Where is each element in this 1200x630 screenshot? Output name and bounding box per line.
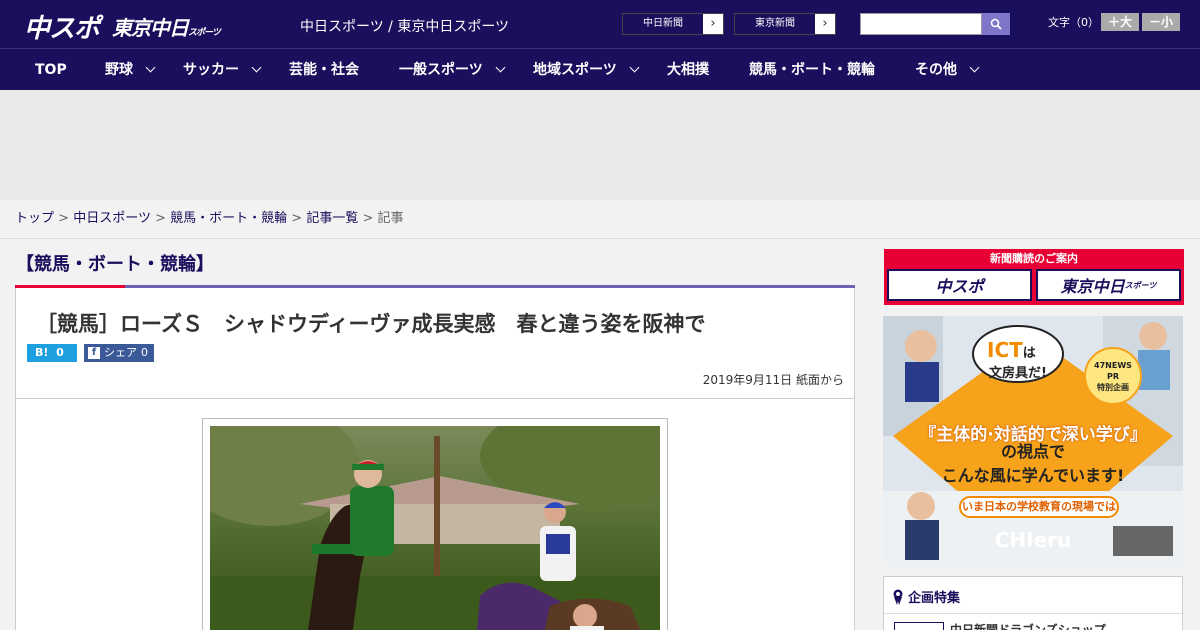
special-features-heading: 企画特集 [884,577,1182,606]
fb-share-count: 0 [141,346,148,359]
main-nav: TOP 野球 サッカー 芸能・社会 一般スポーツ 地域スポーツ 大相撲 競馬・ボ… [0,48,1200,90]
breadcrumb-separator: > [155,211,166,226]
special-features-title: 企画特集 [908,591,961,606]
breadcrumb-separator: > [362,211,374,226]
nav-label: 競馬・ボート・競輪 [749,62,875,78]
nav-item-other[interactable]: その他 [915,49,980,91]
nav-item-baseball[interactable]: 野球 [105,49,156,91]
font-size-label: 文字（0） [1048,16,1099,29]
special-divider [884,613,1182,614]
article-card: ［競馬］ローズＳ シャドウディーヴァ成長実感 春と違う姿を阪神で B! 0 f … [15,288,855,630]
subscribe-logo-text: 中スポ [935,277,984,296]
ad-ict-line2: 文房具だ! [989,366,1047,381]
nav-item-top[interactable]: TOP [35,49,67,91]
chevron-down-icon [969,62,980,73]
ad-badge-line1: 47NEWS [1094,361,1132,370]
top-header: 中スポ 東京中日スポーツ 中日スポーツ / 東京中日スポーツ 中日新聞 › 東京… [0,0,1200,48]
subscribe-logo-text: 東京中日 [1060,277,1125,296]
tokyo-chunichi-logo[interactable]: 東京中日スポーツ [112,12,221,41]
subscribe-logo-small: スポーツ [1124,280,1157,290]
ad-badge: 47NEWS PR 特別企画 [1087,360,1139,393]
ad-slot [0,90,1200,200]
ad-ict-text: ICTは [987,338,1036,362]
font-bigger-button[interactable]: ＋大 [1101,13,1139,31]
article-headline: ［競馬］ローズＳ シャドウディーヴァ成長実感 春と違う姿を阪神で [36,312,706,336]
chunichi-shimbun-link[interactable]: 中日新聞 › [622,13,724,35]
subscription-title: 新聞購読のご案内 [990,252,1078,265]
nav-item-sumo[interactable]: 大相撲 [667,49,709,91]
hatena-bookmark-button[interactable]: B! 0 [27,344,77,362]
subscription-box[interactable]: 新聞購読のご案内 中スポ 東京中日 スポーツ [884,249,1184,305]
special-item-thumbnail[interactable] [894,622,944,630]
ad-sub-text-2: こんな風に学んでいます! [941,466,1125,485]
nav-label: 芸能・社会 [289,62,359,78]
chuspo-logo[interactable]: 中スポ [24,8,100,45]
tokyo-logo-small: スポーツ [188,28,221,38]
search-box [860,13,1010,35]
search-icon [990,18,1002,30]
link-label: 東京新聞 [735,14,815,34]
article-photo[interactable] [180,401,700,630]
chevron-down-icon [495,62,506,73]
article-divider [16,398,854,399]
nav-item-racing[interactable]: 競馬・ボート・競輪 [749,49,875,91]
nav-label: サッカー [183,62,239,78]
breadcrumb-top[interactable]: トップ [15,211,54,226]
special-item-link[interactable]: 中日新聞ドラゴンズショップ [950,621,1106,630]
tokyo-shimbun-link[interactable]: 東京新聞 › [734,13,836,35]
nav-item-soccer[interactable]: サッカー [183,49,262,91]
breadcrumb: トップ > 中日スポーツ > 競馬・ボート・競輪 > 記事一覧 > 記事 [0,200,1200,239]
ribbon-badge-icon [893,589,903,605]
search-input[interactable] [860,13,982,35]
link-label: 中日新聞 [623,14,703,34]
ad-brand: CHIeru [994,528,1072,552]
ad-sub-text-1: の視点で [1000,442,1065,461]
ad-badge-line2: PR [1106,372,1120,381]
nav-item-entertainment[interactable]: 芸能・社会 [289,49,359,91]
chevron-down-icon [629,62,640,73]
ad-ict-word: ICT [987,338,1023,362]
ict-ad-banner[interactable]: ICTは 文房具だ! 47NEWS PR 特別企画 『主体的·対話的で深い学び』… [883,316,1183,566]
nav-label: TOP [35,62,67,78]
special-features-box: 企画特集 中日新聞ドラゴンズショップ [883,576,1183,630]
category-heading: 【競馬・ボート・競輪】 [16,254,214,275]
nav-item-general-sports[interactable]: 一般スポーツ [399,49,506,91]
breadcrumb-separator: > [58,211,70,226]
nav-label: 地域スポーツ [533,62,617,78]
breadcrumb-article-list[interactable]: 記事一覧 [306,211,358,226]
nav-label: 大相撲 [667,62,709,78]
fb-share-label: シェア [104,346,137,359]
chevron-down-icon [145,62,156,73]
nav-label: その他 [915,62,957,78]
facebook-share-button[interactable]: f シェア 0 [84,344,154,362]
breadcrumb-current: 記事 [377,211,404,226]
tokyo-logo-text: 東京中日 [112,16,189,40]
chevron-right-icon: › [710,16,716,31]
breadcrumb-chunichi-sports[interactable]: 中日スポーツ [73,211,151,226]
search-button[interactable] [982,13,1010,35]
hatena-count: 0 [56,346,64,359]
tokyo-chunichi-subscribe-logo[interactable]: 東京中日 スポーツ [1036,269,1181,301]
ad-ict-wa: は [1022,346,1036,361]
horse-photo-image [180,401,700,630]
nav-label: 一般スポーツ [399,62,483,78]
chevron-right-icon: › [822,16,828,31]
chuspo-subscribe-logo[interactable]: 中スポ [887,269,1032,301]
site-name: 中日スポーツ / 東京中日スポーツ [300,19,510,35]
nav-label: 野球 [105,62,133,78]
subscription-logos: 中スポ 東京中日 スポーツ [887,269,1181,301]
chevron-down-icon [251,62,262,73]
ad-ribbon: いま日本の学校教育の現場では [959,496,1119,518]
article-date: 2019年9月11日 紙面から [702,373,844,387]
facebook-icon: f [88,347,100,359]
ad-badge-line3: 特別企画 [1097,383,1129,392]
breadcrumb-racing[interactable]: 競馬・ボート・競輪 [170,211,287,226]
breadcrumb-separator: > [291,211,303,226]
nav-item-regional-sports[interactable]: 地域スポーツ [533,49,640,91]
font-smaller-button[interactable]: －小 [1142,13,1180,31]
